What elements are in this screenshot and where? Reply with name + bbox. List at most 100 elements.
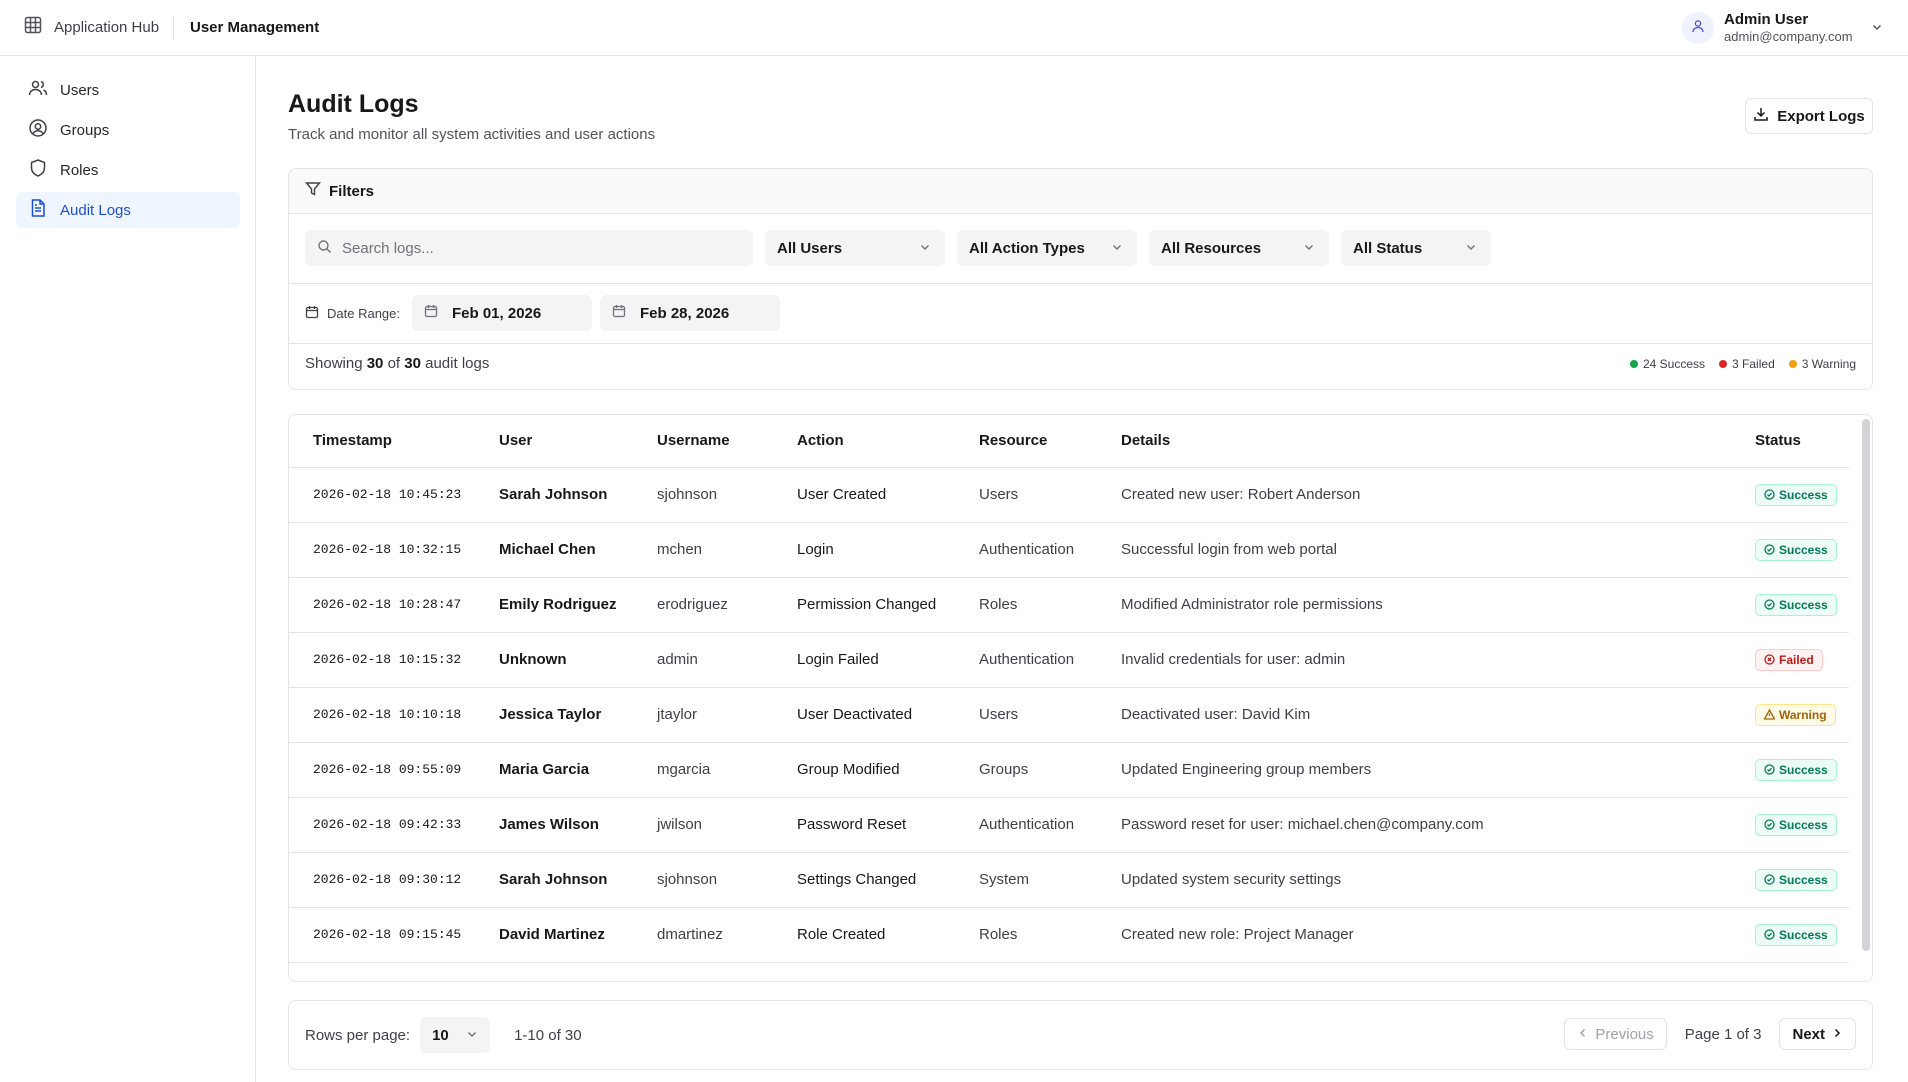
cell-status: Success bbox=[1731, 907, 1849, 963]
cell-details: Updated system security settings bbox=[1097, 852, 1731, 908]
cell-status: Success bbox=[1731, 852, 1849, 908]
cell-timestamp: 2026-02-18 10:32:15 bbox=[289, 522, 475, 578]
column-header-status[interactable]: Status bbox=[1731, 415, 1849, 468]
user-filter-select[interactable]: All Users bbox=[765, 230, 945, 266]
sidebar: Users Groups Roles Audit Logs bbox=[0, 56, 256, 1082]
shown-count: 30 bbox=[366, 355, 384, 372]
cell-username: erodriguez bbox=[633, 577, 773, 633]
table-row[interactable]: 2026-02-18 10:10:18 Jessica Taylor jtaylor… bbox=[289, 687, 1849, 743]
check-circle-icon bbox=[1764, 819, 1775, 830]
audit-log-table-card: Timestamp User Username Action Resource … bbox=[288, 414, 1873, 982]
x-circle-icon bbox=[1764, 654, 1775, 665]
status-filter-select[interactable]: All Status bbox=[1341, 230, 1491, 266]
search-box[interactable] bbox=[305, 230, 753, 266]
page-controls: Previous Page 1 of 3 Next bbox=[1564, 1018, 1856, 1050]
status-badge: Warning bbox=[1755, 703, 1836, 726]
cell-timestamp: 2026-02-18 09:42:33 bbox=[289, 797, 475, 853]
cell-username: mgarcia bbox=[633, 742, 773, 798]
cell-resource: Authentication bbox=[955, 797, 1097, 853]
cell-username: admin bbox=[633, 632, 773, 688]
date-to-value: Feb 28, 2026 bbox=[640, 304, 730, 322]
column-header-resource[interactable]: Resource bbox=[955, 415, 1097, 468]
action-type-filter-select[interactable]: All Action Types bbox=[957, 230, 1137, 266]
table-row[interactable]: 2026-02-18 10:15:32 Unknown admin Login Fai… bbox=[289, 632, 1849, 688]
cell-user: Emily Rodriguez bbox=[475, 577, 633, 633]
page-title: Audit Logs bbox=[288, 90, 419, 118]
brand[interactable]: Application Hub bbox=[24, 16, 159, 38]
rows-per-page: Rows per page: 10 1-10 of 30 bbox=[305, 1017, 582, 1053]
cell-status: Success bbox=[1731, 467, 1849, 523]
column-header-details[interactable]: Details bbox=[1097, 415, 1731, 468]
cell-resource: Authentication bbox=[955, 522, 1097, 578]
cell-user: David Martinez bbox=[475, 907, 633, 963]
date-range-label: Date Range: bbox=[305, 305, 400, 322]
table-scrollbar[interactable] bbox=[1862, 419, 1870, 951]
cell-user: Jessica Taylor bbox=[475, 687, 633, 743]
cell-details: Updated Engineering group members bbox=[1097, 742, 1731, 798]
cell-action: Password Reset bbox=[773, 797, 955, 853]
divider bbox=[289, 283, 1872, 284]
table-row[interactable]: 2026-02-18 10:32:15 Michael Chen mchen Logi… bbox=[289, 522, 1849, 578]
cell-resource: Users bbox=[955, 467, 1097, 523]
filter-icon bbox=[305, 181, 321, 201]
previous-page-button[interactable]: Previous bbox=[1564, 1018, 1667, 1050]
sidebar-item-groups[interactable]: Groups bbox=[16, 112, 240, 148]
date-from-input[interactable]: Feb 01, 2026 bbox=[412, 295, 592, 331]
resource-filter-select[interactable]: All Resources bbox=[1149, 230, 1329, 266]
cell-resource: Roles bbox=[955, 577, 1097, 633]
apps-grid-icon[interactable] bbox=[24, 16, 42, 38]
app-title[interactable]: Application Hub bbox=[54, 19, 159, 36]
sidebar-item-roles[interactable]: Roles bbox=[16, 152, 240, 188]
sidebar-item-label: Groups bbox=[60, 121, 110, 139]
sidebar-item-audit-logs[interactable]: Audit Logs bbox=[16, 192, 240, 228]
table-row[interactable]: 2026-02-18 09:55:09 Maria Garcia mgarcia Gr… bbox=[289, 742, 1849, 798]
cell-timestamp: 2026-02-18 10:28:47 bbox=[289, 577, 475, 633]
cell-placeholder bbox=[289, 962, 1849, 981]
check-circle-icon bbox=[1764, 599, 1775, 610]
sidebar-item-users[interactable]: Users bbox=[16, 72, 240, 108]
rows-per-page-value: 10 bbox=[432, 1026, 449, 1044]
status-badge: Success bbox=[1755, 593, 1837, 616]
legend-failed: 3 Failed bbox=[1719, 357, 1775, 371]
table-row[interactable]: 2026-02-18 09:15:45 David Martinez dmartin… bbox=[289, 907, 1849, 963]
rows-per-page-select[interactable]: 10 bbox=[420, 1017, 491, 1053]
cell-status: Success bbox=[1731, 522, 1849, 578]
column-header-timestamp[interactable]: Timestamp bbox=[289, 415, 475, 468]
search-input[interactable] bbox=[342, 239, 722, 257]
avatar[interactable] bbox=[1682, 12, 1714, 44]
date-to-input[interactable]: Feb 28, 2026 bbox=[600, 295, 780, 331]
cell-details: Password reset for user: michael.chen@co… bbox=[1097, 797, 1731, 853]
export-logs-button[interactable]: Export Logs bbox=[1745, 98, 1873, 134]
chevron-down-icon bbox=[466, 1027, 478, 1044]
table-row[interactable]: 2026-02-18 09:30:12 Sarah Johnson sjohnson… bbox=[289, 852, 1849, 908]
column-header-username[interactable]: Username bbox=[633, 415, 773, 468]
table-row[interactable] bbox=[289, 962, 1849, 981]
filters-row: All Users All Action Types All Resources… bbox=[305, 230, 1491, 266]
cell-details: Created new user: Robert Anderson bbox=[1097, 467, 1731, 523]
status-text: Success bbox=[1779, 487, 1828, 502]
next-label: Next bbox=[1792, 1025, 1825, 1043]
column-header-action[interactable]: Action bbox=[773, 415, 955, 468]
users-icon bbox=[28, 78, 48, 102]
status-badge: Success bbox=[1755, 758, 1837, 781]
user-menu[interactable]: Admin User admin@company.com bbox=[1682, 10, 1883, 46]
table-row[interactable]: 2026-02-18 10:28:47 Emily Rodriguez erodri… bbox=[289, 577, 1849, 633]
cell-resource: Users bbox=[955, 687, 1097, 743]
table-row[interactable]: 2026-02-18 09:42:33 James Wilson jwilson Pa… bbox=[289, 797, 1849, 853]
table-row[interactable]: 2026-02-18 10:45:23 Sarah Johnson sjohnson… bbox=[289, 467, 1849, 523]
cell-username: mchen bbox=[633, 522, 773, 578]
showing-suffix: audit logs bbox=[425, 355, 490, 372]
check-circle-icon bbox=[1764, 764, 1775, 775]
column-header-user[interactable]: User bbox=[475, 415, 633, 468]
chevron-down-icon[interactable] bbox=[1871, 20, 1883, 37]
status-text: Success bbox=[1779, 762, 1828, 777]
user-email: admin@company.com bbox=[1724, 29, 1853, 44]
check-circle-icon bbox=[1764, 929, 1775, 940]
status-text: Failed bbox=[1779, 652, 1814, 667]
of-text: of bbox=[387, 355, 401, 372]
rows-per-page-label: Rows per page: bbox=[305, 1026, 411, 1044]
next-page-button[interactable]: Next bbox=[1779, 1018, 1856, 1050]
status-badge: Success bbox=[1755, 923, 1837, 946]
chevron-left-icon bbox=[1577, 1026, 1589, 1043]
chevron-down-icon bbox=[1303, 240, 1315, 257]
